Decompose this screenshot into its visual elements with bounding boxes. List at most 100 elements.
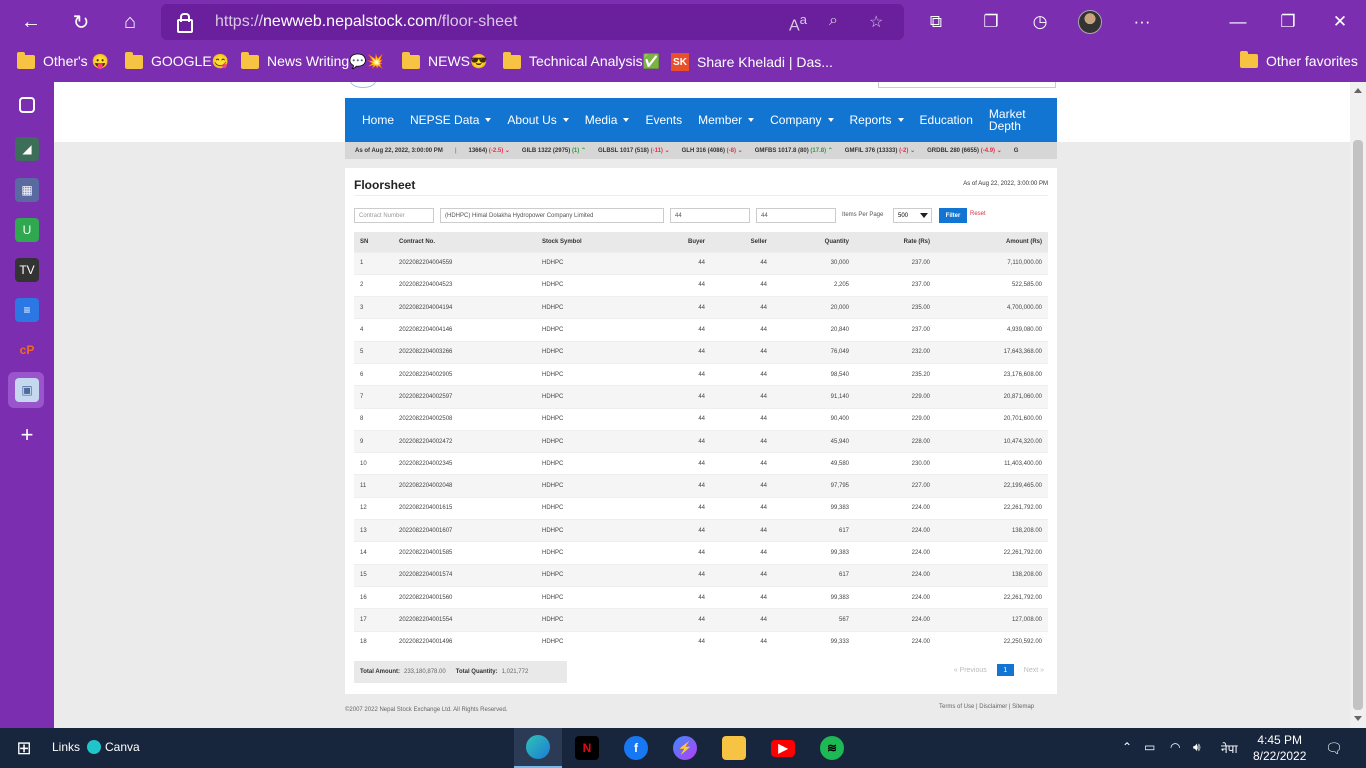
favorite-news-writing[interactable]: News Writing💬💥 <box>241 51 384 70</box>
ticker-item[interactable]: 13664) (-2.5) ⌄ <box>469 147 510 154</box>
extensions-icon[interactable]: ⧉ <box>924 10 948 34</box>
sidebar-app-3-icon[interactable]: U <box>15 218 39 242</box>
taskbar-edge[interactable] <box>514 728 562 768</box>
nav-nepse-data[interactable]: NEPSE Data <box>402 113 499 127</box>
add-favorite-icon[interactable]: ☆ <box>869 12 883 32</box>
taskbar-messenger[interactable]: ⚡ <box>661 728 709 768</box>
links-toolbar[interactable]: Links <box>52 740 80 754</box>
table-row: 11 2022082204002048 HDHPC 44 44 97,795 227.00 2… <box>354 474 1048 498</box>
wifi-icon[interactable]: ◠ <box>1170 740 1180 754</box>
cell-contract-no: 2022082204002597 <box>393 385 536 409</box>
page-1-button[interactable]: 1 <box>996 664 1014 676</box>
collections-icon[interactable]: ❐ <box>979 10 1003 34</box>
nav-events[interactable]: Events <box>637 113 690 127</box>
notifications-icon[interactable]: 🗨︎ <box>1325 740 1343 757</box>
cell-quantity: 99,383 <box>773 496 855 520</box>
site-search-input[interactable] <box>878 82 1056 88</box>
cell-symbol: HDHPC <box>536 429 646 453</box>
ticker-item[interactable]: GLH 316 (4086) (-8) ⌄ <box>682 147 743 154</box>
cell-quantity: 99,383 <box>773 585 855 609</box>
nav-education[interactable]: Education <box>912 113 981 127</box>
previous-page-link[interactable]: « Previous <box>954 667 987 674</box>
cell-sn: 8 <box>354 407 393 431</box>
items-per-page-select[interactable]: 500 <box>893 208 932 223</box>
cell-sn: 4 <box>354 318 393 342</box>
close-icon[interactable]: ✕ <box>1328 10 1352 34</box>
ticker-item[interactable]: GRDBL 280 (6655) (-4.9) ⌄ <box>927 147 1002 154</box>
minimize-icon[interactable]: — <box>1226 10 1250 34</box>
nav-company[interactable]: Company <box>762 113 841 127</box>
taskbar-netflix[interactable]: N <box>563 728 611 768</box>
language-indicator[interactable]: नेपा <box>1221 740 1238 757</box>
cell-quantity: 2,205 <box>773 273 855 297</box>
battery-icon[interactable]: ▭ <box>1144 740 1155 754</box>
volume-icon[interactable]: 🔊︎ <box>1193 740 1201 755</box>
tradingview-icon[interactable]: TV <box>15 258 39 282</box>
nav-about-us[interactable]: About Us <box>499 113 576 127</box>
read-aloud-icon[interactable]: Aa <box>789 12 807 35</box>
company-select[interactable]: (HDHPC) Himal Dolakha Hydropower Company… <box>440 208 664 223</box>
taskbar-file-explorer[interactable] <box>710 728 758 768</box>
start-button[interactable]: ⊞ <box>0 728 48 768</box>
cell-symbol: HDHPC <box>536 452 646 475</box>
home-icon[interactable]: ⌂ <box>116 8 144 36</box>
reset-button[interactable]: Reset <box>970 211 986 217</box>
scroll-down-icon[interactable] <box>1354 716 1362 721</box>
scroll-thumb[interactable] <box>1353 140 1363 710</box>
favorite-others[interactable]: Other's 😛 <box>17 51 109 70</box>
docs-icon[interactable]: ≡ <box>15 298 39 322</box>
add-sidebar-app-icon[interactable]: + <box>15 422 39 447</box>
ticker-item[interactable]: GMFIL 376 (13333) (-2) ⌄ <box>845 147 915 154</box>
ticker-item[interactable]: GMFBS 1017.8 (80) (17.8) ⌃ <box>755 147 833 154</box>
ticker-item[interactable]: GILB 1322 (2975) (1) ⌃ <box>522 147 586 154</box>
ticker-item[interactable]: G <box>1014 148 1019 154</box>
canva-toolbar[interactable]: Canva <box>87 740 140 754</box>
sidebar-app-2-icon[interactable]: ▦ <box>15 178 39 202</box>
favorite-news[interactable]: NEWS😎 <box>402 51 487 70</box>
filter-button[interactable]: Filter <box>939 208 967 223</box>
cell-contract-no: 2022082204001607 <box>393 519 536 542</box>
contract-number-input[interactable]: Contract Number <box>354 208 434 223</box>
cell-quantity: 617 <box>773 519 855 542</box>
taskbar-youtube[interactable]: ▶ <box>759 728 807 768</box>
cell-rate: 229.00 <box>855 385 936 409</box>
system-clock[interactable]: 4:45 PM 8/22/2022 <box>1253 732 1306 764</box>
nav-home[interactable]: Home <box>354 113 402 127</box>
history-icon[interactable]: ◷ <box>1028 10 1052 34</box>
back-arrow-icon[interactable]: ← <box>17 8 45 36</box>
tab-actions-icon[interactable] <box>19 97 35 113</box>
profile-avatar[interactable] <box>1078 10 1102 34</box>
nav-market-depth[interactable]: Market Depth <box>981 108 1034 132</box>
buyer-input[interactable]: 44 <box>670 208 750 223</box>
zoom-icon[interactable]: ⌕ <box>829 12 838 30</box>
sidebar-app-1-icon[interactable]: ◢ <box>15 137 39 161</box>
cell-sn: 17 <box>354 608 393 632</box>
cell-sn: 13 <box>354 519 393 542</box>
nav-media[interactable]: Media <box>577 113 638 127</box>
youtube-icon: ▶ <box>771 739 795 757</box>
favorite-share-kheladi[interactable]: SK Share Kheladi | Das... <box>671 53 833 71</box>
maximize-icon[interactable]: ❐ <box>1276 10 1300 34</box>
nav-reports[interactable]: Reports <box>842 113 912 127</box>
cell-seller: 44 <box>711 340 773 364</box>
page-scrollbar[interactable] <box>1350 82 1366 728</box>
ticker-item[interactable]: GLBSL 1017 (518) (-11) ⌄ <box>598 147 670 154</box>
sidebar-app-active-icon[interactable]: ▣ <box>15 378 39 402</box>
chevron-up-icon[interactable]: ⌃ <box>1122 740 1132 754</box>
seller-input[interactable]: 44 <box>756 208 836 223</box>
scroll-up-icon[interactable] <box>1354 88 1362 93</box>
refresh-icon[interactable]: ↻ <box>67 8 95 36</box>
table-row: 7 2022082204002597 HDHPC 44 44 91,140 229.00 20… <box>354 385 1048 409</box>
more-menu-icon[interactable]: ··· <box>1130 10 1154 34</box>
taskbar-facebook[interactable]: f <box>612 728 660 768</box>
taskbar-spotify[interactable]: ≋ <box>808 728 856 768</box>
favorite-other-favorites[interactable]: Other favorites <box>1240 51 1358 69</box>
footer-links[interactable]: Terms of Use | Disclaimer | Sitemap <box>939 704 1034 710</box>
next-page-link[interactable]: Next » <box>1024 667 1044 674</box>
clock-time: 4:45 PM <box>1257 733 1303 747</box>
cpanel-icon[interactable]: cP <box>15 338 39 362</box>
items-per-page-label: Items Per Page <box>842 212 884 218</box>
nav-member[interactable]: Member <box>690 113 762 127</box>
favorite-technical-analysis[interactable]: Technical Analysis✅ <box>503 51 660 70</box>
favorite-google[interactable]: GOOGLE😋 <box>125 51 229 70</box>
